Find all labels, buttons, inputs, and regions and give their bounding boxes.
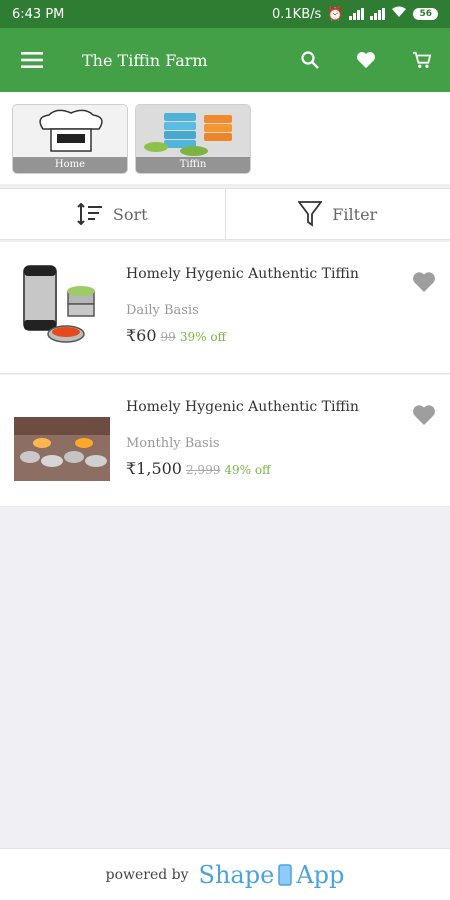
signal-icon bbox=[349, 8, 365, 20]
phone-icon bbox=[278, 863, 293, 886]
cart-button[interactable] bbox=[394, 28, 450, 92]
search-button[interactable] bbox=[282, 28, 338, 92]
status-icons: 0.1KB/s ⏰ 56 bbox=[272, 6, 438, 22]
product-basis: Daily Basis bbox=[126, 303, 199, 318]
app-bar: The Tiffin Farm bbox=[0, 28, 450, 92]
search-icon bbox=[301, 51, 319, 69]
heart-icon[interactable] bbox=[412, 270, 436, 294]
battery-icon: 56 bbox=[413, 8, 438, 20]
brand-logo[interactable]: Shape App bbox=[199, 861, 345, 889]
network-speed: 0.1KB/s bbox=[272, 6, 322, 22]
sort-icon bbox=[77, 203, 102, 225]
filter-label: Filter bbox=[332, 204, 378, 224]
heart-icon bbox=[357, 52, 375, 69]
category-strip: Home Tiffin bbox=[0, 92, 450, 184]
product-price: ₹60 bbox=[126, 326, 157, 345]
signal-icon-2 bbox=[370, 8, 386, 20]
footer: powered by Shape App bbox=[0, 848, 450, 900]
brand-name-right: App bbox=[296, 860, 345, 889]
sort-button[interactable]: Sort bbox=[0, 189, 225, 239]
category-tiffin[interactable]: Tiffin bbox=[135, 104, 251, 174]
sort-label: Sort bbox=[112, 204, 148, 224]
wifi-icon bbox=[391, 6, 407, 22]
product-title: Homely Hygenic Authentic Tiffin bbox=[126, 399, 359, 415]
sort-filter-bar: Sort Filter bbox=[0, 188, 450, 240]
product-card[interactable]: Homely Hygenic Authentic Tiffin Monthly … bbox=[0, 375, 450, 507]
product-discount: 39% off bbox=[179, 330, 227, 344]
product-mrp: 99 bbox=[160, 330, 176, 344]
status-time: 6:43 PM bbox=[12, 6, 65, 22]
home-category-image bbox=[13, 105, 127, 159]
product-mrp: 2,999 bbox=[185, 463, 221, 477]
price-row: ₹1,500 2,999 49% off bbox=[126, 459, 271, 478]
category-home[interactable]: Home bbox=[12, 104, 128, 174]
heart-icon[interactable] bbox=[412, 403, 436, 427]
powered-by-label: powered by bbox=[105, 866, 189, 883]
filter-icon bbox=[298, 201, 323, 227]
product-card[interactable]: Homely Hygenic Authentic Tiffin Daily Ba… bbox=[0, 242, 450, 374]
cart-icon bbox=[413, 51, 432, 68]
product-price: ₹1,500 bbox=[126, 459, 182, 478]
status-bar: 6:43 PM 0.1KB/s ⏰ 56 bbox=[0, 0, 450, 28]
wishlist-button[interactable] bbox=[338, 28, 394, 92]
menu-button[interactable] bbox=[0, 28, 64, 92]
alarm-icon: ⏰ bbox=[327, 6, 344, 22]
brand-name-left: Shape bbox=[198, 860, 275, 889]
filter-button[interactable]: Filter bbox=[226, 189, 450, 239]
product-basis: Monthly Basis bbox=[126, 436, 220, 451]
product-image-daily bbox=[12, 254, 112, 354]
tiffin-category-image bbox=[136, 105, 250, 159]
product-discount: 49% off bbox=[224, 463, 271, 477]
price-row: ₹60 99 39% off bbox=[126, 326, 226, 345]
category-label-home: Home bbox=[13, 157, 127, 173]
product-image-monthly bbox=[12, 387, 112, 487]
app-title: The Tiffin Farm bbox=[82, 50, 208, 70]
product-title: Homely Hygenic Authentic Tiffin bbox=[126, 266, 359, 282]
category-label-tiffin: Tiffin bbox=[136, 157, 250, 173]
menu-icon bbox=[21, 52, 43, 68]
